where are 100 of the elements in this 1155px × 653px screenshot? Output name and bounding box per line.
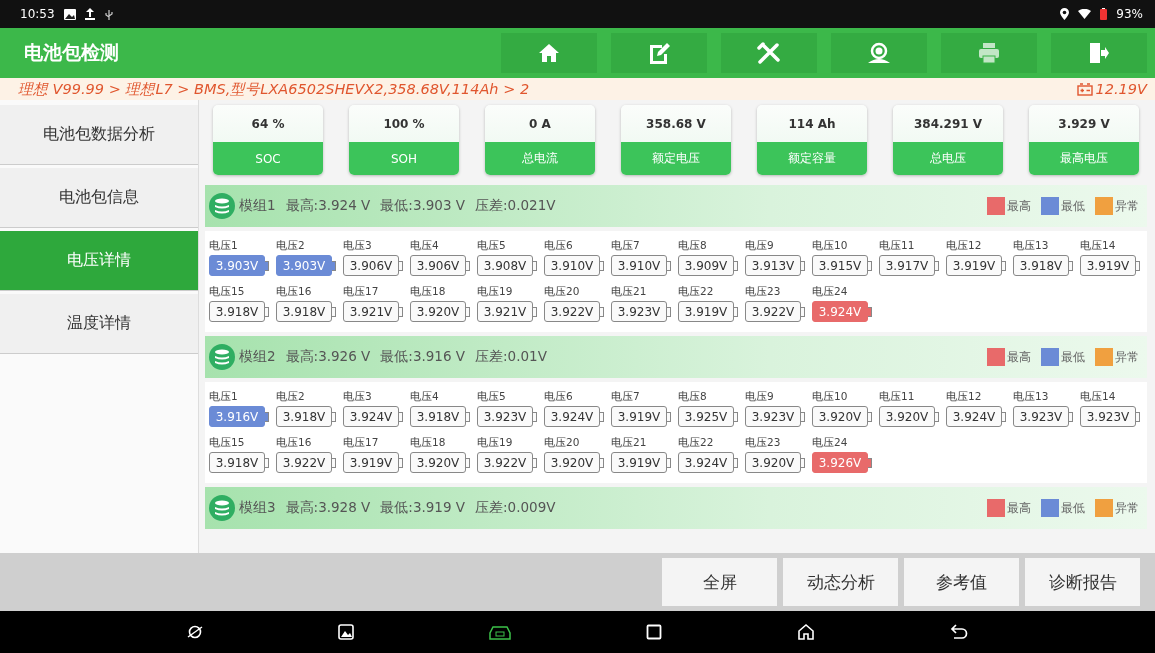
- battery-icon: [1100, 8, 1108, 20]
- cell-label: 电压8: [678, 390, 708, 404]
- sidebar-item[interactable]: 温度详情: [0, 294, 198, 354]
- stat-label: 总电流: [485, 142, 595, 175]
- cell-label: 电压24: [812, 285, 849, 299]
- cell-label: 电压19: [477, 436, 514, 450]
- cell-label: 电压18: [410, 436, 447, 450]
- back-icon[interactable]: [949, 624, 968, 640]
- stat-label: 总电压: [893, 142, 1003, 175]
- stat-value: 100 %: [382, 115, 426, 133]
- cell-label: 电压1: [209, 239, 239, 253]
- stat-value: 358.68 V: [645, 115, 707, 133]
- cell-label: 电压4: [410, 239, 440, 253]
- legend-label: 异常: [1115, 349, 1139, 365]
- cell-label: 电压2: [276, 390, 306, 404]
- stat-value: 114 Ah: [787, 115, 837, 133]
- exit-button[interactable]: [1051, 33, 1147, 73]
- cell-label: 电压3: [343, 239, 373, 253]
- cell-label: 电压21: [611, 285, 648, 299]
- legend-label: 最低: [1061, 500, 1085, 516]
- cell-label: 电压17: [343, 285, 380, 299]
- module-max: 最高:3.924 V: [285, 197, 371, 215]
- cell-label: 电压24: [812, 436, 849, 450]
- cell-label: 电压7: [611, 239, 641, 253]
- module-max: 最高:3.928 V: [285, 499, 371, 517]
- cell-label: 电压11: [879, 390, 916, 404]
- stat-label: SOC: [213, 142, 323, 175]
- action-button[interactable]: 动态分析: [783, 558, 898, 606]
- cell-label: 电压7: [611, 390, 641, 404]
- breadcrumb-path: 理想 V99.99 > 理想L7 > BMS,型号LXA6502SHEVX2,358.68V,114Ah > 2: [18, 79, 531, 99]
- cell-label: 电压9: [745, 390, 775, 404]
- battery-stack-icon: [209, 495, 235, 521]
- support-button[interactable]: [831, 33, 927, 73]
- action-button[interactable]: 诊断报告: [1025, 558, 1140, 606]
- cell-label: 电压2: [276, 239, 306, 253]
- sidebar-item[interactable]: 电池包信息: [0, 168, 198, 228]
- gallery-icon[interactable]: [338, 624, 355, 640]
- cell-label: 电压5: [477, 239, 507, 253]
- location-icon: [1060, 8, 1070, 20]
- module-min: 最低:3.919 V: [380, 499, 466, 517]
- stat-label: 额定容量: [757, 142, 867, 175]
- module-max: 最高:3.926 V: [285, 348, 371, 366]
- module-diff: 压差:0.021V: [475, 197, 556, 215]
- stat-value: 0 A: [528, 115, 552, 133]
- legend-label: 最低: [1061, 349, 1085, 365]
- module-name: 模组1: [239, 197, 276, 215]
- cell-label: 电压5: [477, 390, 507, 404]
- home-icon[interactable]: [796, 623, 815, 641]
- cell-label: 电压4: [410, 390, 440, 404]
- cell-label: 电压6: [544, 390, 574, 404]
- battery-stack-icon: [209, 344, 235, 370]
- clock: 10:53: [20, 7, 55, 21]
- home-icon: [538, 43, 560, 63]
- recents-icon[interactable]: [645, 624, 662, 640]
- cell-label: 电压23: [745, 285, 782, 299]
- action-button[interactable]: 全屏: [662, 558, 777, 606]
- image-icon: [63, 8, 76, 20]
- module-diff: 压差:0.01V: [475, 348, 547, 366]
- cell-label: 电压15: [209, 436, 246, 450]
- cell-label: 电压11: [879, 239, 916, 253]
- cell-label: 电压13: [1013, 239, 1050, 253]
- legend-label: 最高: [1007, 198, 1031, 214]
- cell-label: 电压3: [343, 390, 373, 404]
- cell-label: 电压20: [544, 436, 581, 450]
- stat-label: 额定电压: [621, 142, 731, 175]
- legend-label: 最高: [1007, 349, 1031, 365]
- cell-label: 电压13: [1013, 390, 1050, 404]
- stat-label: 最高电压: [1029, 142, 1139, 175]
- upload-icon: [84, 8, 95, 20]
- tools-button[interactable]: [721, 33, 817, 73]
- cell-label: 电压16: [276, 436, 313, 450]
- legend-label: 异常: [1115, 500, 1139, 516]
- cell-label: 电压23: [745, 436, 782, 450]
- edit-button[interactable]: [611, 33, 707, 73]
- cell-label: 电压14: [1080, 239, 1117, 253]
- wifi-icon: [1078, 9, 1092, 19]
- crossed-tools-icon: [757, 42, 781, 64]
- cell-label: 电压14: [1080, 390, 1117, 404]
- page-title: 电池包检测: [24, 40, 120, 65]
- module-name: 模组3: [239, 499, 276, 517]
- cell-label: 电压15: [209, 285, 246, 299]
- home-button[interactable]: [501, 33, 597, 73]
- stat-value: 3.929 V: [1057, 115, 1111, 133]
- support-person-icon: [866, 42, 892, 64]
- module-diff: 压差:0.009V: [475, 499, 556, 517]
- cell-label: 电压21: [611, 436, 648, 450]
- cell-label: 电压19: [477, 285, 514, 299]
- battery-percent: 93%: [1116, 7, 1143, 21]
- stat-value: 64 %: [250, 115, 286, 133]
- module-min: 最低:3.903 V: [380, 197, 466, 215]
- edit-icon: [648, 42, 670, 64]
- battery-voltage: 12.19V: [1095, 81, 1147, 97]
- cell-label: 电压17: [343, 436, 380, 450]
- cell-label: 电压22: [678, 436, 715, 450]
- cell-label: 电压1: [209, 390, 239, 404]
- sidebar-item[interactable]: 电池包数据分析: [0, 105, 198, 165]
- stat-value: 384.291 V: [912, 115, 984, 133]
- cell-label: 电压9: [745, 239, 775, 253]
- cell-label: 电压6: [544, 239, 574, 253]
- action-button[interactable]: 参考值: [904, 558, 1019, 606]
